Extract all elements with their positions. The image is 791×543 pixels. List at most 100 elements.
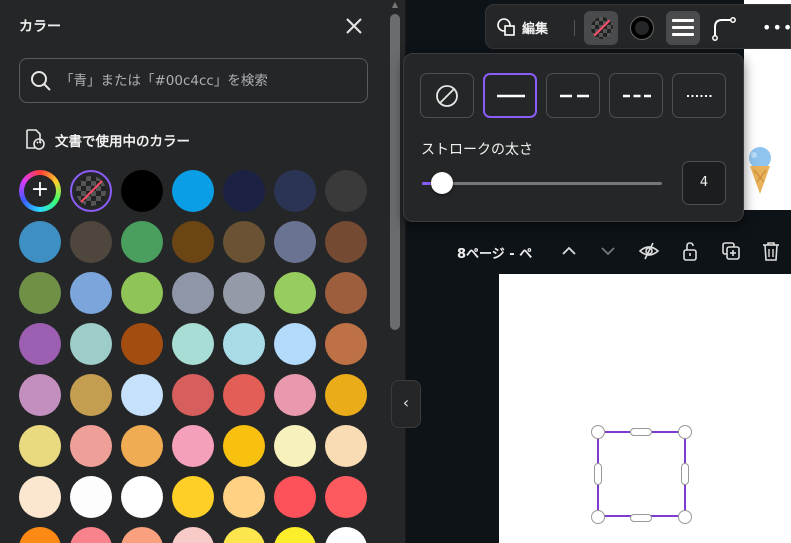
- color-swatch[interactable]: [274, 476, 316, 518]
- scroll-up-icon[interactable]: ▲: [390, 0, 400, 10]
- color-swatch[interactable]: [19, 476, 61, 518]
- border-short-dash-button[interactable]: [609, 73, 663, 118]
- color-search[interactable]: [19, 58, 368, 103]
- color-swatch[interactable]: [223, 374, 265, 416]
- chevron-down-icon[interactable]: [597, 240, 619, 262]
- selected-square-shape[interactable]: [597, 431, 686, 517]
- resize-handle-top[interactable]: [630, 428, 652, 436]
- color-swatch[interactable]: [121, 221, 163, 263]
- color-swatch[interactable]: [121, 374, 163, 416]
- color-swatch[interactable]: [172, 476, 214, 518]
- panel-title: カラー: [19, 19, 61, 35]
- border-color-icon: [631, 17, 653, 39]
- color-swatch[interactable]: [121, 527, 163, 543]
- color-swatch[interactable]: [325, 272, 367, 314]
- color-swatch[interactable]: [274, 425, 316, 467]
- stroke-weight-slider[interactable]: [422, 182, 662, 185]
- resize-handle-left[interactable]: [594, 463, 602, 485]
- color-swatch[interactable]: [121, 272, 163, 314]
- color-swatch[interactable]: [274, 272, 316, 314]
- color-swatch[interactable]: [325, 476, 367, 518]
- color-swatch-transparent[interactable]: [70, 170, 112, 212]
- color-swatch[interactable]: [19, 527, 61, 543]
- color-swatch[interactable]: [172, 374, 214, 416]
- border-weight-icon: [672, 19, 694, 37]
- color-swatch[interactable]: [70, 476, 112, 518]
- border-solid-button[interactable]: [483, 73, 537, 118]
- resize-handle-right[interactable]: [681, 463, 689, 485]
- color-swatch[interactable]: [325, 221, 367, 263]
- collapse-panel-button[interactable]: ‹: [391, 380, 421, 428]
- chevron-up-icon[interactable]: [558, 240, 580, 262]
- color-swatch[interactable]: [70, 323, 112, 365]
- color-swatch[interactable]: [325, 323, 367, 365]
- color-swatch[interactable]: [274, 170, 316, 212]
- color-swatch[interactable]: [172, 272, 214, 314]
- dotted-line-icon: [687, 95, 713, 97]
- color-swatch[interactable]: [19, 374, 61, 416]
- border-none-button[interactable]: [420, 73, 474, 118]
- resize-handle-top-left[interactable]: [591, 425, 605, 439]
- color-swatch[interactable]: [223, 170, 265, 212]
- resize-handle-bottom-right[interactable]: [678, 510, 692, 524]
- color-swatch[interactable]: [172, 527, 214, 543]
- color-swatch[interactable]: [325, 374, 367, 416]
- color-swatch[interactable]: [325, 425, 367, 467]
- color-swatch[interactable]: [19, 272, 61, 314]
- fill-color-button[interactable]: [584, 11, 618, 45]
- color-swatch[interactable]: [172, 221, 214, 263]
- color-swatch[interactable]: [70, 374, 112, 416]
- color-swatch[interactable]: [121, 476, 163, 518]
- color-swatch[interactable]: [325, 170, 367, 212]
- page-label[interactable]: 8ページ - ペ: [457, 243, 532, 262]
- color-swatch[interactable]: [19, 323, 61, 365]
- color-swatch[interactable]: [19, 221, 61, 263]
- slider-thumb[interactable]: [430, 172, 453, 194]
- corner-rounding-button[interactable]: [707, 11, 741, 45]
- color-swatch[interactable]: [223, 527, 265, 543]
- color-swatch[interactable]: [223, 476, 265, 518]
- short-dash-icon: [623, 94, 651, 98]
- color-swatch[interactable]: [70, 527, 112, 543]
- shapes-icon: [497, 18, 515, 36]
- color-swatch[interactable]: [70, 425, 112, 467]
- color-swatch[interactable]: [274, 527, 316, 543]
- search-icon: [31, 71, 51, 91]
- ice-cream-cone-illustration: [749, 147, 771, 194]
- duplicate-page-icon[interactable]: [720, 240, 742, 262]
- border-color-button[interactable]: [625, 11, 659, 45]
- color-swatch[interactable]: [70, 221, 112, 263]
- color-swatch[interactable]: [70, 272, 112, 314]
- color-swatch[interactable]: [19, 425, 61, 467]
- color-swatch[interactable]: [121, 425, 163, 467]
- color-swatch[interactable]: [223, 323, 265, 365]
- color-search-input[interactable]: [60, 70, 360, 92]
- border-long-dash-button[interactable]: [546, 73, 600, 118]
- resize-handle-bottom-left[interactable]: [591, 510, 605, 524]
- lock-icon[interactable]: [679, 240, 701, 262]
- stroke-weight-input[interactable]: 4: [682, 161, 726, 205]
- color-swatch[interactable]: [121, 323, 163, 365]
- border-style-button[interactable]: [666, 11, 700, 45]
- color-swatch[interactable]: [274, 374, 316, 416]
- color-swatch[interactable]: [172, 323, 214, 365]
- panel-scrollbar[interactable]: [390, 14, 400, 330]
- color-swatch[interactable]: [274, 221, 316, 263]
- hide-page-icon[interactable]: [638, 240, 660, 262]
- color-swatch[interactable]: [223, 221, 265, 263]
- edit-button[interactable]: 編集: [496, 16, 548, 38]
- color-swatch[interactable]: [223, 272, 265, 314]
- border-dotted-button[interactable]: [672, 73, 726, 118]
- color-swatch[interactable]: [121, 170, 163, 212]
- delete-page-icon[interactable]: [760, 240, 782, 262]
- color-swatch[interactable]: [325, 527, 367, 543]
- color-swatch[interactable]: [274, 323, 316, 365]
- color-swatch[interactable]: [223, 425, 265, 467]
- color-swatch[interactable]: [172, 425, 214, 467]
- more-options-icon[interactable]: •••: [762, 18, 791, 37]
- color-swatch[interactable]: [172, 170, 214, 212]
- close-icon[interactable]: [343, 15, 365, 37]
- add-color-button[interactable]: +: [19, 170, 61, 212]
- resize-handle-top-right[interactable]: [678, 425, 692, 439]
- resize-handle-bottom[interactable]: [630, 514, 652, 522]
